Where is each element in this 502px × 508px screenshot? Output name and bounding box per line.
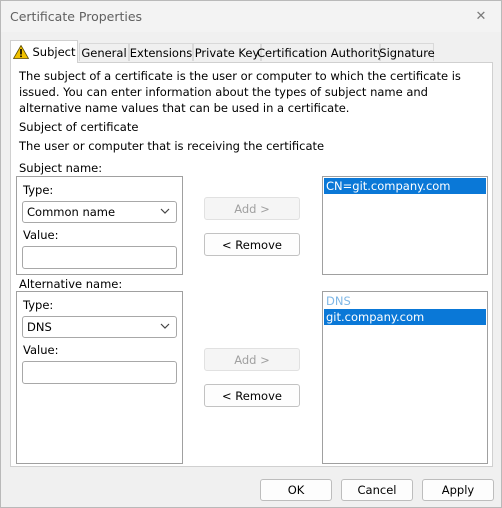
subject-remove-button[interactable]: < Remove [204, 233, 300, 256]
tab-label: Private Key [194, 45, 260, 60]
apply-button[interactable]: Apply [422, 479, 494, 501]
close-button[interactable]: ✕ [461, 1, 501, 32]
title-bar: Certificate Properties ✕ [1, 1, 501, 32]
tab-label: Extensions [129, 45, 193, 60]
subject-value-input[interactable] [22, 246, 177, 269]
tab-extensions[interactable]: Extensions [129, 43, 193, 61]
tab-label: Signature [379, 45, 435, 60]
subject-name-group: Type: Common name Value: [16, 176, 183, 275]
tab-private-key[interactable]: Private Key [193, 43, 261, 61]
certificate-properties-dialog: Certificate Properties ✕ Subject General… [0, 0, 502, 508]
subject-type-value: Common name [27, 205, 116, 219]
chevron-down-icon [160, 208, 170, 214]
tab-general[interactable]: General [79, 43, 129, 61]
list-item[interactable]: CN=git.company.com [324, 178, 486, 194]
cancel-button[interactable]: Cancel [341, 479, 413, 501]
subject-type-label: Type: [23, 183, 54, 197]
list-group-header: DNS [326, 294, 351, 308]
subject-name-label: Subject name: [19, 161, 103, 175]
subject-value-label: Value: [23, 228, 59, 242]
tab-signature[interactable]: Signature [379, 43, 435, 61]
subject-add-button[interactable]: Add > [204, 197, 300, 220]
tab-subject[interactable]: Subject [10, 40, 78, 63]
warning-triangle-icon [12, 45, 29, 59]
subject-tab-panel: The subject of a certificate is the user… [10, 62, 493, 467]
tab-label: Certification Authority [256, 45, 385, 60]
alt-type-dropdown[interactable]: DNS [22, 316, 177, 338]
alt-add-button[interactable]: Add > [204, 348, 300, 371]
alt-values-list[interactable]: DNS git.company.com [322, 291, 488, 464]
alternative-name-label: Alternative name: [19, 277, 123, 291]
list-item[interactable]: git.company.com [324, 309, 486, 325]
tab-certification-authority[interactable]: Certification Authority [257, 43, 384, 61]
alt-type-value: DNS [27, 320, 52, 334]
subject-values-list[interactable]: CN=git.company.com [322, 176, 488, 275]
intro-text: The subject of a certificate is the user… [19, 69, 461, 115]
subject-type-dropdown[interactable]: Common name [22, 201, 177, 223]
tab-label: General [81, 45, 127, 60]
chevron-down-icon [160, 323, 170, 329]
close-icon: ✕ [475, 9, 487, 24]
tab-label: Subject [32, 45, 76, 59]
alternative-name-group: Type: DNS Value: [16, 291, 183, 464]
subject-description: The user or computer that is receiving t… [19, 139, 325, 153]
window-title: Certificate Properties [10, 9, 143, 24]
alt-type-label: Type: [23, 298, 54, 312]
alt-value-label: Value: [23, 343, 59, 357]
alt-value-input[interactable] [22, 361, 177, 384]
ok-button[interactable]: OK [260, 479, 332, 501]
subject-heading: Subject of certificate [19, 120, 139, 134]
alt-remove-button[interactable]: < Remove [204, 384, 300, 407]
